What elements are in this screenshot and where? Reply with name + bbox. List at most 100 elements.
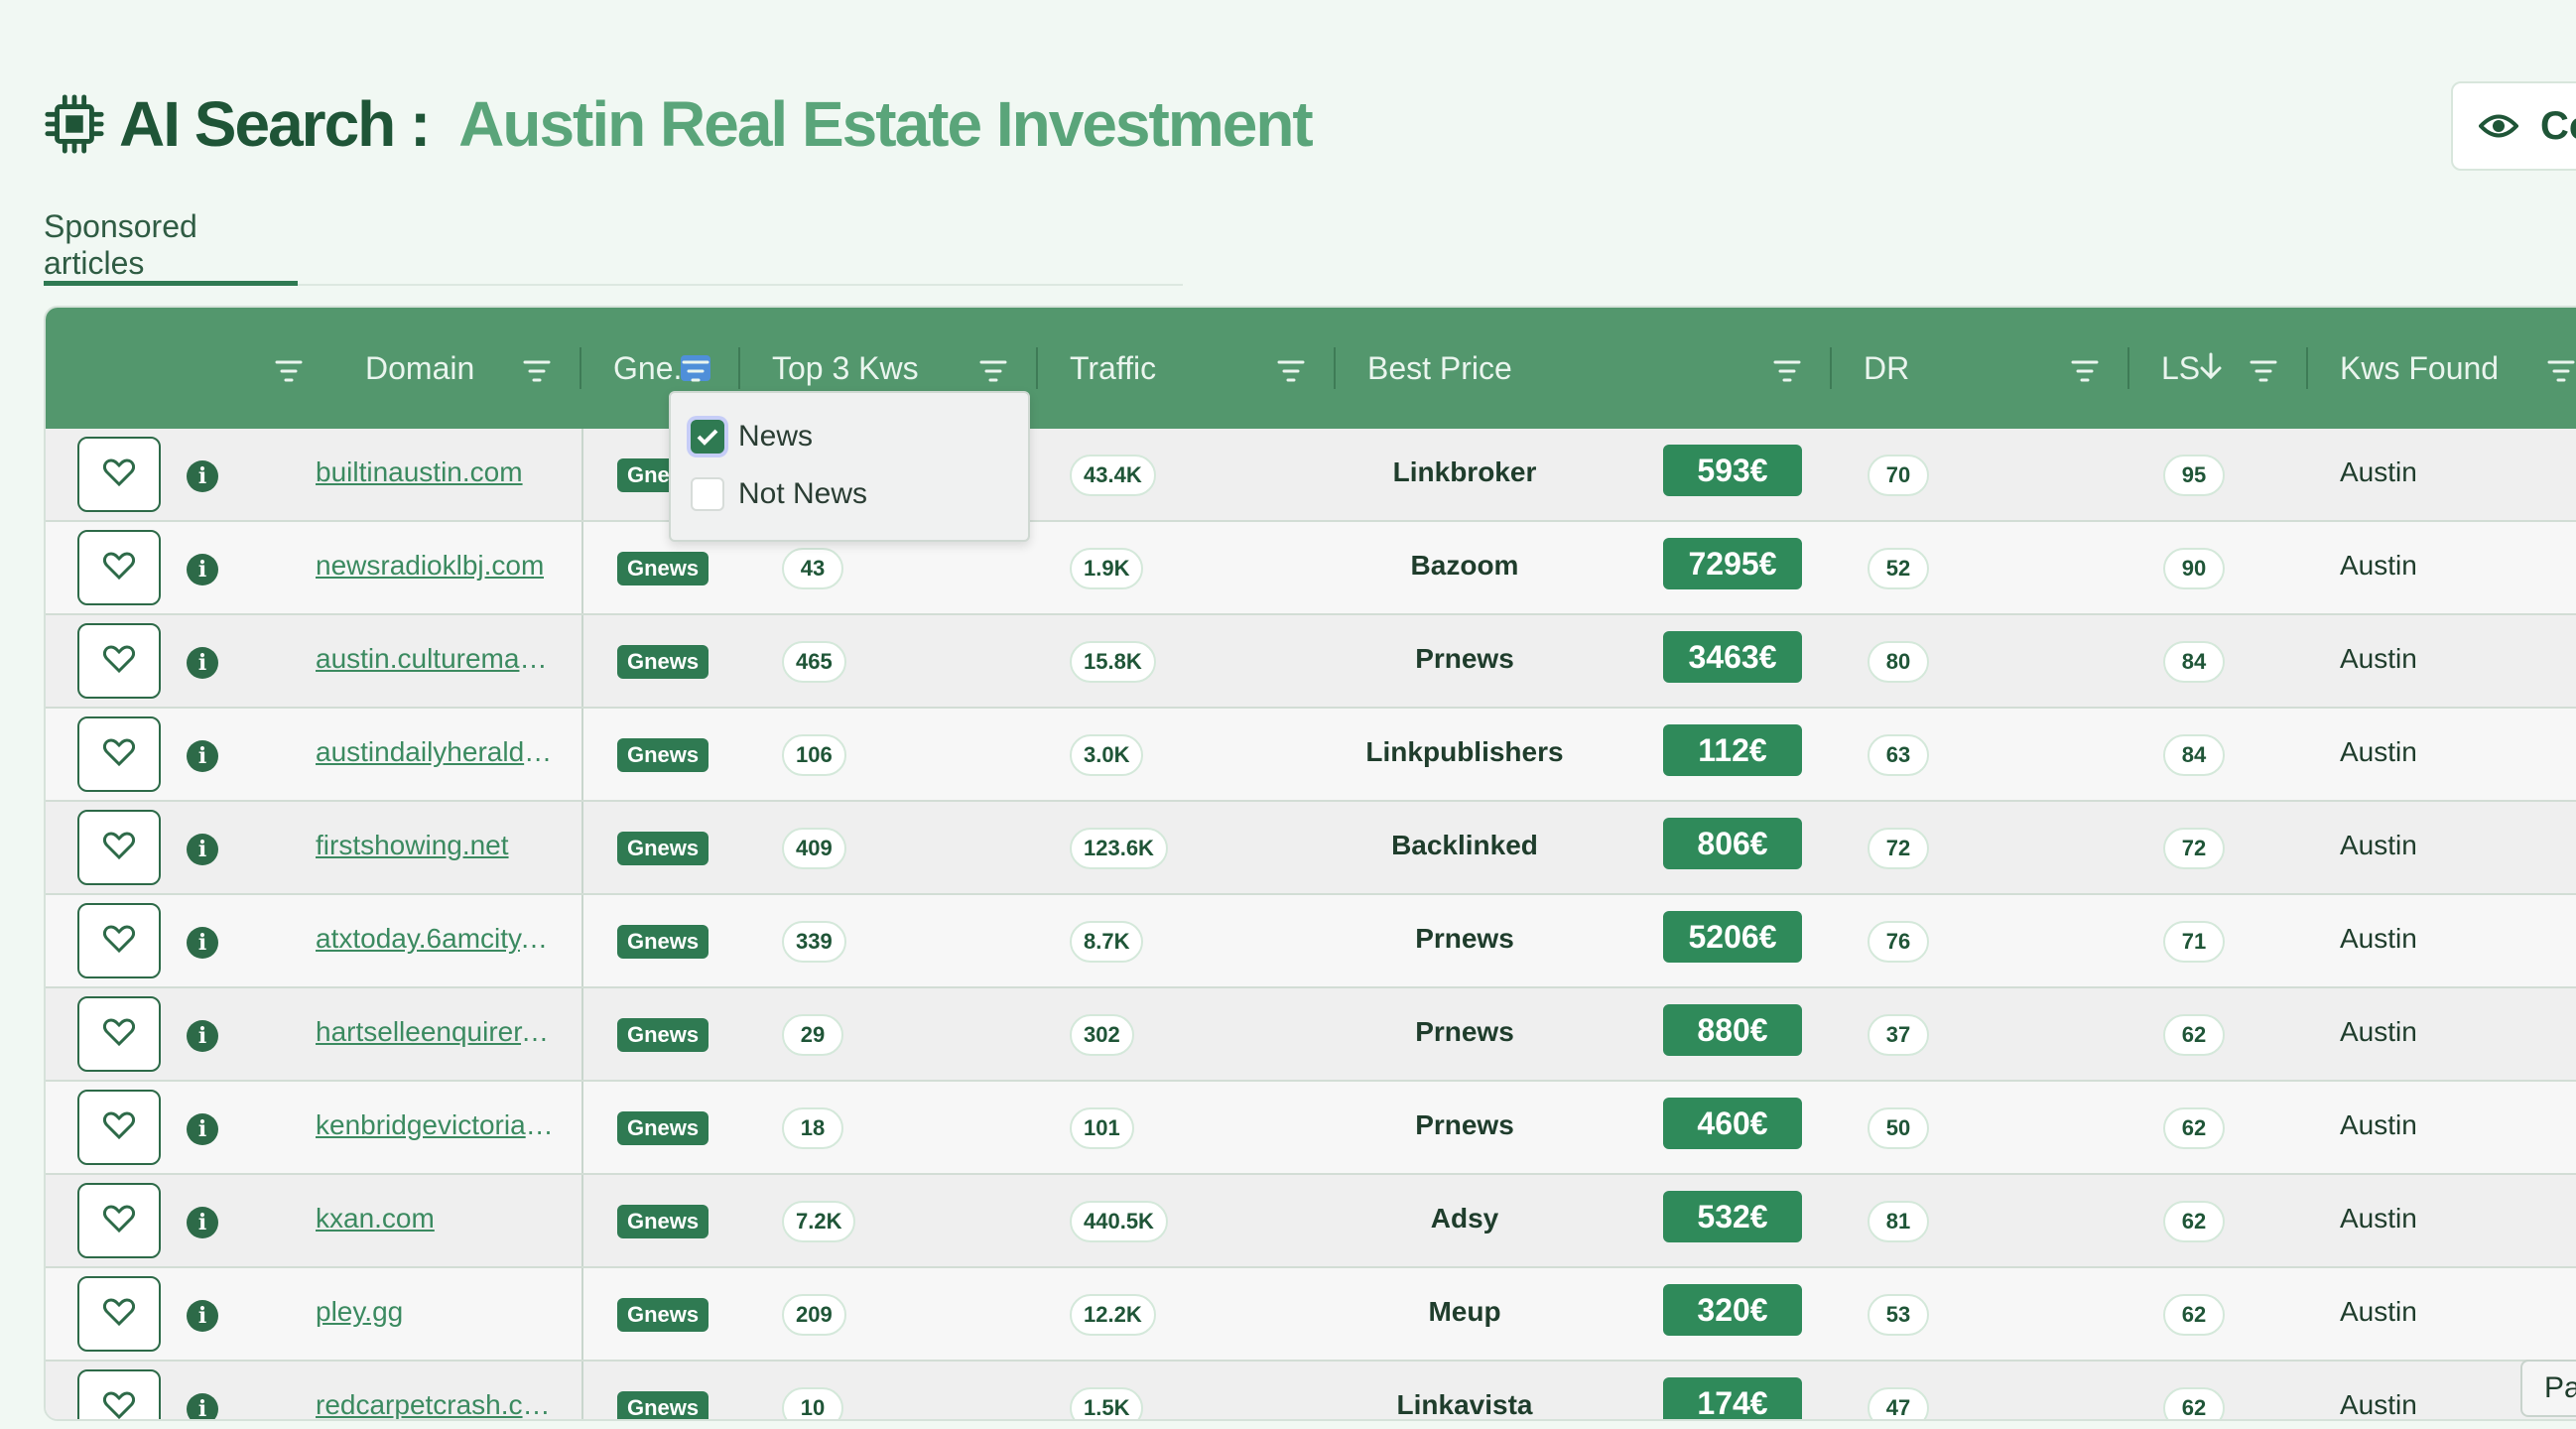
news-checkbox[interactable] <box>691 420 724 454</box>
traffic-pill: 12.2K <box>1070 1294 1156 1336</box>
domain-link[interactable]: pley.gg <box>316 1296 403 1328</box>
best-price-button[interactable]: 880€ <box>1663 1004 1802 1056</box>
info-icon[interactable]: i <box>187 1020 218 1052</box>
filter-icon[interactable] <box>522 355 552 382</box>
favorite-button[interactable] <box>77 996 161 1072</box>
column-header[interactable]: DR <box>1832 308 2129 429</box>
best-price-button[interactable]: 7295€ <box>1663 538 1802 589</box>
gnews-filter-dropdown: News Not News <box>669 391 1030 542</box>
favorite-button[interactable] <box>77 623 161 699</box>
filter-option-not-news[interactable]: Not News <box>691 474 867 514</box>
kws-found: Austin <box>2340 1389 2417 1420</box>
domain-link[interactable]: newsradioklbj.com <box>316 550 544 582</box>
kws-found: Austin <box>2340 456 2417 487</box>
columns-button[interactable]: Col <box>2451 81 2576 171</box>
traffic-pill: 8.7K <box>1070 921 1144 963</box>
best-price-button[interactable]: 5206€ <box>1663 911 1802 963</box>
top3-kws-pill: 29 <box>782 1014 843 1056</box>
domain-link[interactable]: firstshowing.net <box>316 830 509 861</box>
domain-link[interactable]: kxan.com <box>316 1203 435 1234</box>
domain-link[interactable]: redcarpetcrash.com <box>316 1389 554 1419</box>
tab-sponsored-articles[interactable]: Sponsored articles <box>44 208 298 286</box>
column-header[interactable]: Kws Found <box>2308 308 2576 429</box>
info-icon[interactable]: i <box>187 1300 218 1332</box>
sort-desc-icon[interactable] <box>2199 351 2223 381</box>
best-price-button[interactable]: 460€ <box>1663 1098 1802 1149</box>
favorite-button[interactable] <box>77 903 161 978</box>
table-row: i kxan.com Gnews 7.2K 440.5K Adsy 532€ 81 62 Aust… <box>46 1175 2576 1268</box>
favorite-button[interactable] <box>77 810 161 885</box>
favorite-button[interactable] <box>77 1183 161 1258</box>
traffic-pill: 1.5K <box>1070 1387 1144 1419</box>
dr-pill: 80 <box>1868 641 1929 683</box>
column-divider <box>581 1362 583 1419</box>
top3-kws-pill: 465 <box>782 641 846 683</box>
top3-kws-pill: 43 <box>782 548 843 589</box>
info-icon[interactable]: i <box>187 834 218 865</box>
best-price-button[interactable]: 3463€ <box>1663 631 1802 683</box>
domain-link[interactable]: austindailyherald.com <box>316 736 554 768</box>
filter-icon[interactable] <box>978 355 1008 382</box>
info-icon[interactable]: i <box>187 927 218 959</box>
kws-found: Austin <box>2340 550 2417 581</box>
domain-link[interactable]: austin.culturemap.com <box>316 643 554 675</box>
gnews-badge: Gnews <box>617 552 709 585</box>
best-price-button[interactable]: 593€ <box>1663 445 1802 496</box>
favorite-button[interactable] <box>77 1090 161 1165</box>
filter-icon[interactable] <box>681 355 710 382</box>
filter-option-news[interactable]: News <box>691 417 813 456</box>
info-icon[interactable]: i <box>187 740 218 772</box>
domain-link[interactable]: kenbridgevictoriadispat... <box>316 1109 554 1141</box>
ls-pill: 84 <box>2163 641 2225 683</box>
filter-icon[interactable] <box>2249 355 2278 382</box>
filter-icon[interactable] <box>1772 355 1802 382</box>
pagination-button[interactable]: Pa <box>2520 1360 2576 1417</box>
best-price-button[interactable]: 174€ <box>1663 1377 1802 1419</box>
info-icon[interactable]: i <box>187 1393 218 1419</box>
best-price-button[interactable]: 112€ <box>1663 724 1802 776</box>
filter-icon[interactable] <box>1276 355 1306 382</box>
best-price-button[interactable]: 320€ <box>1663 1284 1802 1336</box>
column-header[interactable]: Best Price <box>1336 308 1832 429</box>
favorite-button[interactable] <box>77 1369 161 1419</box>
heart-icon <box>102 1297 136 1331</box>
favorite-button[interactable] <box>77 1276 161 1352</box>
favorite-button[interactable] <box>77 437 161 512</box>
favorite-button[interactable] <box>77 530 161 605</box>
favorite-button[interactable] <box>77 716 161 792</box>
table-row: i atxtoday.6amcity.com Gnews 339 8.7K Prnews 5… <box>46 895 2576 988</box>
broker-name: Linkpublishers <box>1365 736 1564 767</box>
domain-link[interactable]: hartselleenquirer.com <box>316 1016 554 1048</box>
traffic-pill: 15.8K <box>1070 641 1156 683</box>
dr-pill: 72 <box>1868 828 1929 869</box>
info-icon[interactable]: i <box>187 1113 218 1145</box>
results-table: Domain Gne... Top 3 Kws Traffic Best Price DR… <box>44 306 2576 1421</box>
info-icon[interactable]: i <box>187 554 218 585</box>
column-header[interactable]: LS <box>2129 308 2308 429</box>
info-icon[interactable]: i <box>187 1207 218 1238</box>
broker-name: Linkbroker <box>1392 456 1537 487</box>
info-icon[interactable]: i <box>187 647 218 679</box>
filter-icon[interactable] <box>2070 355 2100 382</box>
domain-link[interactable]: atxtoday.6amcity.com <box>316 923 554 955</box>
dr-pill: 47 <box>1868 1387 1929 1419</box>
filter-icon[interactable] <box>274 355 304 382</box>
ls-pill: 62 <box>2163 1294 2225 1336</box>
filter-option-label: Not News <box>738 477 868 510</box>
kws-found: Austin <box>2340 1296 2417 1327</box>
broker-name: Prnews <box>1415 1016 1514 1047</box>
not-news-checkbox[interactable] <box>691 477 724 511</box>
gnews-badge: Gnews <box>617 1391 709 1419</box>
column-header[interactable]: Domain <box>333 308 581 429</box>
best-price-button[interactable]: 806€ <box>1663 818 1802 869</box>
best-price-button[interactable]: 532€ <box>1663 1191 1802 1242</box>
domain-link[interactable]: builtinaustin.com <box>316 456 523 488</box>
filter-icon[interactable] <box>2546 355 2576 382</box>
info-icon[interactable]: i <box>187 460 218 492</box>
broker-name: Prnews <box>1415 643 1514 674</box>
kws-found: Austin <box>2340 736 2417 767</box>
column-header[interactable]: Traffic <box>1038 308 1336 429</box>
broker-name: Meup <box>1428 1296 1501 1327</box>
cpu-chip-icon <box>45 94 104 154</box>
column-header[interactable] <box>46 308 333 429</box>
